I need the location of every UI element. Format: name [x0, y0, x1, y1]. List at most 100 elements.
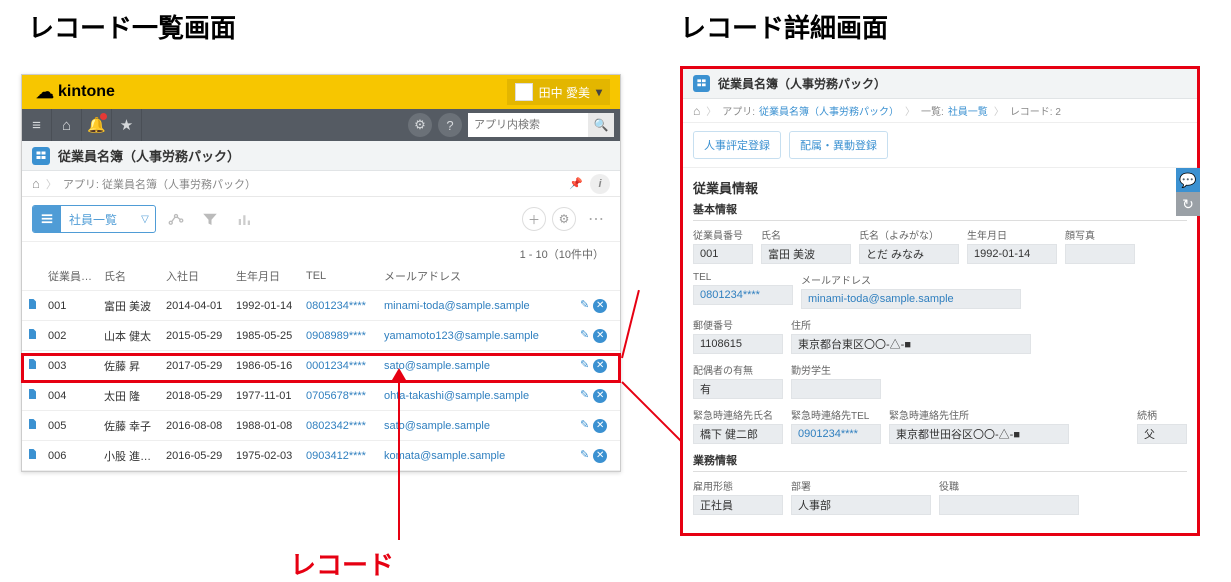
record-icon[interactable]	[22, 411, 44, 441]
cell-tel[interactable]: 0705678****	[302, 381, 380, 411]
cell-tel[interactable]: 0908989****	[302, 321, 380, 351]
cell-hire: 2016-08-08	[162, 411, 232, 441]
record-icon[interactable]	[22, 441, 44, 471]
brand[interactable]: ☁kintone	[36, 82, 115, 103]
crumb-view-link[interactable]: 社員一覧	[948, 103, 988, 118]
gear-icon[interactable]: ⚙	[408, 113, 432, 137]
edit-icon[interactable]: ✎	[580, 389, 589, 401]
val-kana: とだ みなみ	[859, 244, 959, 264]
info-icon[interactable]: i	[590, 174, 610, 194]
topbar: ☁kintone 田中 愛美 ▾	[22, 75, 620, 109]
cell-hire: 2018-05-29	[162, 381, 232, 411]
list-window: ☁kintone 田中 愛美 ▾ ≡ ⌂ 🔔 ★ ⚙ ? 🔍 従業員名簿（人事労…	[21, 74, 621, 472]
detail-header: 従業員名簿（人事労務パック）	[683, 69, 1197, 99]
app-icon	[32, 147, 50, 165]
search-input[interactable]	[468, 113, 588, 137]
val-tel[interactable]: 0801234****	[693, 285, 793, 305]
col-no[interactable]: 従業員番号	[44, 262, 100, 291]
col-hire[interactable]: 入社日	[162, 262, 232, 291]
edit-icon[interactable]: ✎	[580, 359, 589, 371]
connector-line	[621, 290, 640, 358]
val-photo	[1065, 244, 1135, 264]
cell-name: 太田 隆	[100, 381, 162, 411]
cell-tel[interactable]: 0903412****	[302, 441, 380, 471]
edit-icon[interactable]: ✎	[580, 419, 589, 431]
cell-name: 佐藤 昇	[100, 351, 162, 381]
view-select[interactable]: 社員一覧 ▽	[32, 205, 156, 233]
search-box[interactable]: 🔍	[468, 113, 614, 137]
col-tel[interactable]: TEL	[302, 262, 380, 291]
edit-icon[interactable]: ✎	[580, 299, 589, 311]
user-menu[interactable]: 田中 愛美 ▾	[507, 79, 610, 105]
delete-icon[interactable]: ✕	[593, 299, 607, 313]
home-crumb-icon[interactable]: ⌂	[693, 104, 700, 118]
delete-icon[interactable]: ✕	[593, 449, 607, 463]
btn-assign[interactable]: 配属・異動登録	[789, 131, 888, 159]
col-name[interactable]: 氏名	[100, 262, 162, 291]
btn-hr-eval[interactable]: 人事評定登録	[693, 131, 781, 159]
table-row[interactable]: 001富田 美波2014-04-011992-01-140801234****m…	[22, 291, 620, 321]
home-crumb-icon[interactable]: ⌂	[32, 176, 40, 191]
star-icon[interactable]: ★	[112, 109, 142, 141]
menu-icon[interactable]: ≡	[22, 109, 52, 141]
delete-icon[interactable]: ✕	[593, 329, 607, 343]
title-list: レコード一覧画面	[28, 8, 236, 45]
record-icon[interactable]	[22, 381, 44, 411]
table-row[interactable]: 004太田 隆2018-05-291977-11-010705678****oh…	[22, 381, 620, 411]
crumb-text: アプリ: 従業員名簿（人事労務パック）	[63, 176, 256, 192]
col-birth[interactable]: 生年月日	[232, 262, 302, 291]
val-emp-type: 正社員	[693, 495, 783, 515]
edit-icon[interactable]: ✎	[580, 329, 589, 341]
bell-icon[interactable]: 🔔	[82, 109, 112, 141]
delete-icon[interactable]: ✕	[593, 359, 607, 373]
cell-mail[interactable]: sato@sample.sample	[380, 351, 576, 381]
cell-mail[interactable]: sato@sample.sample	[380, 411, 576, 441]
table-row[interactable]: 006小股 進次郎2016-05-291975-02-030903412****…	[22, 441, 620, 471]
record-icon[interactable]	[22, 351, 44, 381]
table-row[interactable]: 003佐藤 昇2017-05-291986-05-160001234****sa…	[22, 351, 620, 381]
filter-icon[interactable]	[196, 205, 224, 233]
table-row[interactable]: 005佐藤 幸子2016-08-081988-01-080802342****s…	[22, 411, 620, 441]
toolbar: 社員一覧 ▽ ＋ ⚙ ⋯	[22, 197, 620, 242]
cell-mail[interactable]: yamamoto123@sample.sample	[380, 321, 576, 351]
col-mail[interactable]: メールアドレス	[380, 262, 576, 291]
detail-breadcrumb: ⌂〉 アプリ: 従業員名簿（人事労務パック）〉 一覧: 社員一覧〉 レコード: …	[683, 99, 1197, 123]
cell-mail[interactable]: minami-toda@sample.sample	[380, 291, 576, 321]
home-icon[interactable]: ⌂	[52, 109, 82, 141]
delete-icon[interactable]: ✕	[593, 419, 607, 433]
graph-icon[interactable]	[162, 205, 190, 233]
val-mail[interactable]: minami-toda@sample.sample	[801, 289, 1021, 309]
val-birth: 1992-01-14	[967, 244, 1057, 264]
cell-mail[interactable]: ohta-takashi@sample.sample	[380, 381, 576, 411]
cell-tel[interactable]: 0001234****	[302, 351, 380, 381]
table-row[interactable]: 002山本 健太2015-05-291985-05-250908989****y…	[22, 321, 620, 351]
more-icon[interactable]: ⋯	[582, 205, 610, 233]
crumb-record: レコード: 2	[1010, 103, 1061, 118]
val-em-tel[interactable]: 0901234****	[791, 424, 881, 444]
record-icon[interactable]	[22, 321, 44, 351]
delete-icon[interactable]: ✕	[593, 389, 607, 403]
help-icon[interactable]: ?	[438, 113, 462, 137]
history-icon[interactable]: ↻	[1176, 192, 1200, 216]
cell-tel[interactable]: 0802342****	[302, 411, 380, 441]
record-icon[interactable]	[22, 291, 44, 321]
val-rel: 父	[1137, 424, 1187, 444]
cell-birth: 1988-01-08	[232, 411, 302, 441]
val-name: 富田 美波	[761, 244, 851, 264]
cell-mail[interactable]: komata@sample.sample	[380, 441, 576, 471]
chevron-down-icon: ▽	[135, 214, 155, 225]
search-icon[interactable]: 🔍	[588, 113, 614, 137]
bar-chart-icon[interactable]	[230, 205, 258, 233]
edit-icon[interactable]: ✎	[580, 449, 589, 461]
cell-tel[interactable]: 0801234****	[302, 291, 380, 321]
nav-bar: ≡ ⌂ 🔔 ★ ⚙ ? 🔍	[22, 109, 620, 141]
crumb-app-link[interactable]: 従業員名簿（人事労務パック）	[759, 103, 899, 118]
settings-button[interactable]: ⚙	[552, 207, 576, 231]
cell-hire: 2015-05-29	[162, 321, 232, 351]
val-em-name: 橋下 健二郎	[693, 424, 783, 444]
cell-no: 003	[44, 351, 100, 381]
comment-icon[interactable]: 💬	[1176, 168, 1200, 192]
pin-icon[interactable]: 📌	[566, 174, 586, 194]
add-button[interactable]: ＋	[522, 207, 546, 231]
val-spouse: 有	[693, 379, 783, 399]
